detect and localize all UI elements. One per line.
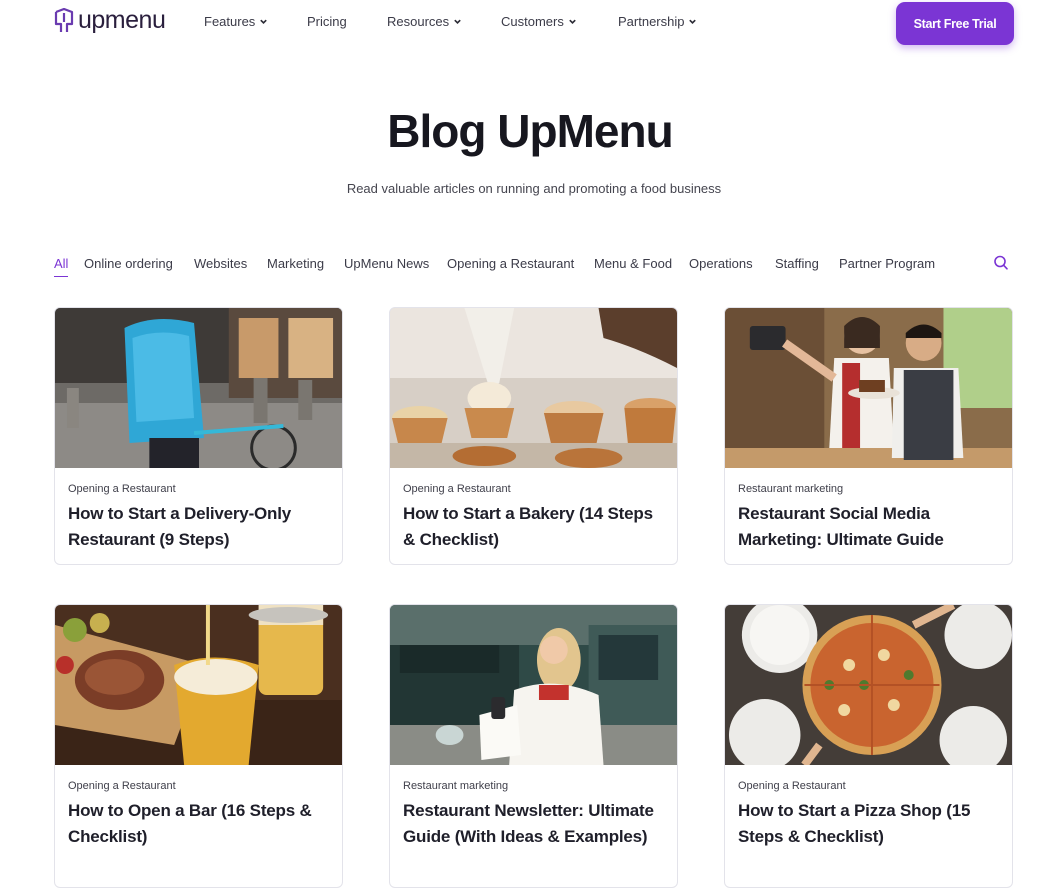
post-card[interactable]: Restaurant marketing Restaurant Newslett… [389,604,678,888]
top-navigation: upmenu Features Pricing Resources Custom… [0,0,1060,48]
post-category[interactable]: Opening a Restaurant [68,483,176,495]
filter-all[interactable]: All [54,256,69,277]
post-category[interactable]: Restaurant marketing [403,780,508,792]
logo-icon [54,7,74,32]
nav-resources[interactable]: Resources [387,14,462,29]
post-thumbnail-bar[interactable] [55,605,342,765]
filter-websites[interactable]: Websites [194,256,247,271]
post-title[interactable]: How to Start a Delivery-Only Restaurant … [68,501,330,553]
nav-partnership[interactable]: Partnership [618,14,697,29]
post-thumbnail-delivery-courier[interactable] [55,308,342,468]
post-title[interactable]: Restaurant Social Media Marketing: Ultim… [738,501,1000,553]
chevron-down-icon [260,19,268,24]
nav-resources-label: Resources [387,14,450,29]
nav-features[interactable]: Features [204,14,268,29]
chevron-down-icon [454,19,461,24]
nav-customers[interactable]: Customers [501,14,577,29]
post-thumbnail-bakery[interactable] [390,308,677,468]
filter-partner-program[interactable]: Partner Program [839,256,935,271]
nav-pricing-label: Pricing [307,14,347,29]
nav-features-label: Features [204,14,256,29]
start-free-trial-button[interactable]: Start Free Trial [896,2,1014,45]
upmenu-logo[interactable]: upmenu [54,6,166,35]
nav-customers-label: Customers [501,14,564,29]
woman-takeout-phone-photo [390,605,677,765]
post-thumbnail-pizza-shop[interactable] [725,605,1012,765]
chevron-down-icon [689,19,697,24]
post-card[interactable]: Opening a Restaurant How to Start a Bake… [389,307,678,565]
filter-staffing[interactable]: Staffing [775,256,819,271]
post-title[interactable]: How to Start a Pizza Shop (15 Steps & Ch… [738,798,1000,850]
couple-selfie-photo [725,308,1012,468]
post-category[interactable]: Restaurant marketing [738,483,843,495]
cupcakes-piping-photo [390,308,677,468]
chevron-down-icon [569,19,576,24]
filter-marketing[interactable]: Marketing [267,256,324,271]
post-title[interactable]: How to Start a Bakery (14 Steps & Checkl… [403,501,665,553]
filter-opening-a-restaurant[interactable]: Opening a Restaurant [447,256,574,271]
post-card[interactable]: Restaurant marketing Restaurant Social M… [724,307,1013,565]
post-title[interactable]: Restaurant Newsletter: Ultimate Guide (W… [403,798,665,850]
beer-steak-photo [55,605,342,765]
page-title: Blog UpMenu [387,105,673,157]
filter-menu-and-food[interactable]: Menu & Food [594,256,672,271]
filter-upmenu-news[interactable]: UpMenu News [344,256,429,271]
nav-partnership-label: Partnership [618,14,685,29]
post-card[interactable]: Opening a Restaurant How to Start a Pizz… [724,604,1013,888]
category-filter-bar: All Online ordering Websites Marketing U… [54,254,1014,277]
post-category[interactable]: Opening a Restaurant [403,483,511,495]
search-icon[interactable] [993,254,1009,272]
page-subtitle: Read valuable articles on running and pr… [346,181,722,196]
pizza-table-photo [725,605,1012,765]
logo-text: upmenu [78,6,166,34]
post-category[interactable]: Opening a Restaurant [68,780,176,792]
post-title[interactable]: How to Open a Bar (16 Steps & Checklist) [68,798,330,850]
post-card[interactable]: Opening a Restaurant How to Start a Deli… [54,307,343,565]
post-thumbnail-social-media[interactable] [725,308,1012,468]
post-category[interactable]: Opening a Restaurant [738,780,846,792]
delivery-courier-photo [55,308,342,468]
post-card[interactable]: Opening a Restaurant How to Open a Bar (… [54,604,343,888]
filter-online-ordering[interactable]: Online ordering [84,256,173,271]
post-thumbnail-newsletter[interactable] [390,605,677,765]
nav-pricing[interactable]: Pricing [307,14,347,29]
filter-operations[interactable]: Operations [689,256,753,271]
